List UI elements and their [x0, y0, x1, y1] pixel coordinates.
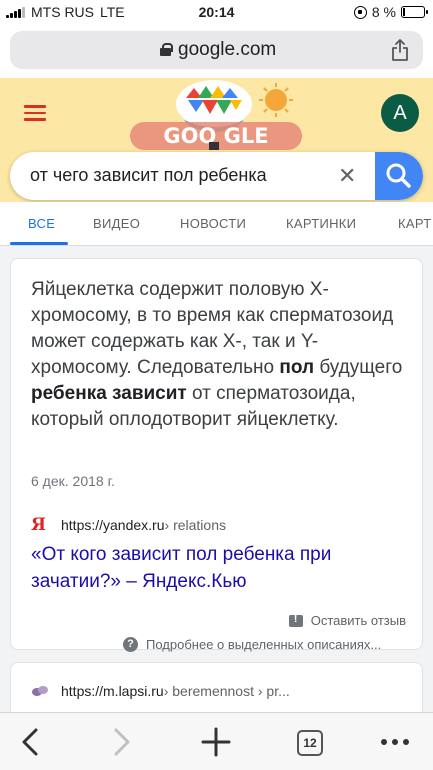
share-icon[interactable]	[391, 39, 409, 61]
tab-video[interactable]: ВИДЕО	[93, 216, 140, 231]
yandex-favicon-icon: Я	[31, 515, 46, 535]
result-source[interactable]: Я https://yandex.ru › relations	[31, 515, 226, 535]
result-title-link[interactable]: «От кого зависит пол ребенка при зачатии…	[31, 541, 411, 595]
forward-icon[interactable]	[110, 725, 134, 759]
lock-icon	[160, 43, 173, 56]
featured-snippet-card: Яйцеклетка содержит половую X-хромосому,…	[10, 258, 423, 652]
search-icon	[386, 163, 411, 188]
source-breadcrumb: › relations	[164, 517, 226, 533]
source-url: https://yandex.ru	[61, 517, 165, 533]
clear-icon[interactable]: ✕	[338, 163, 356, 189]
account-avatar[interactable]: A	[381, 94, 419, 132]
source-breadcrumb: › beremennost › pr...	[163, 683, 290, 699]
search-tabs: ВСЕ ВИДЕО НОВОСТИ КАРТИНКИ КАРТ	[0, 202, 433, 246]
tab-switcher-button[interactable]: 12	[297, 730, 323, 756]
help-icon: ?	[123, 637, 138, 652]
battery-icon	[401, 6, 428, 18]
url-text: google.com	[178, 39, 277, 60]
snippet-text: Яйцеклетка содержит половую X-хромосому,…	[31, 277, 411, 433]
tab-maps[interactable]: КАРТ	[398, 216, 431, 231]
feedback-button[interactable]: Оставить отзыв	[288, 613, 406, 628]
tab-all[interactable]: ВСЕ	[28, 216, 55, 231]
battery-percent: 8 %	[371, 4, 396, 20]
status-bar: MTS RUS LTE 20:14 8 %	[0, 0, 433, 24]
search-row: от чего зависит пол ребенка ✕	[0, 152, 433, 202]
browser-toolbar: 12	[0, 712, 433, 770]
about-snippets-link[interactable]: ? Подробнее о выделенных описаниях...	[123, 637, 381, 652]
search-box[interactable]: от чего зависит пол ребенка ✕	[10, 152, 423, 200]
search-input[interactable]: от чего зависит пол ребенка	[30, 165, 267, 186]
rotation-lock-icon	[353, 5, 367, 19]
search-button[interactable]	[375, 152, 423, 200]
address-bar[interactable]: google.com	[10, 31, 423, 69]
tab-news[interactable]: НОВОСТИ	[180, 216, 246, 231]
menu-icon[interactable]	[24, 105, 46, 121]
snippet-bold: пол	[279, 357, 315, 378]
snippet-part: будущего	[314, 357, 403, 378]
address-bar-container: google.com	[0, 24, 433, 78]
result-source[interactable]: https://m.lapsi.ru › beremennost › pr...	[31, 683, 290, 699]
google-doodle[interactable]: GOO GLE	[126, 80, 306, 156]
more-icon[interactable]	[378, 725, 412, 759]
new-tab-icon[interactable]	[198, 725, 234, 759]
google-header: GOO GLE A	[0, 78, 433, 158]
back-icon[interactable]	[18, 725, 42, 759]
feedback-label: Оставить отзыв	[310, 613, 406, 628]
tab-images[interactable]: КАРТИНКИ	[286, 216, 356, 231]
lapsi-favicon-icon	[32, 686, 48, 696]
source-url: https://m.lapsi.ru	[61, 683, 164, 699]
snippet-bold: ребенка зависит	[31, 383, 187, 404]
active-tab-indicator	[10, 242, 68, 245]
status-right: 8 %	[353, 4, 428, 20]
feedback-icon	[288, 613, 303, 627]
snippet-date: 6 дек. 2018 г.	[31, 473, 115, 489]
about-snippets-label: Подробнее о выделенных описаниях...	[146, 637, 382, 652]
